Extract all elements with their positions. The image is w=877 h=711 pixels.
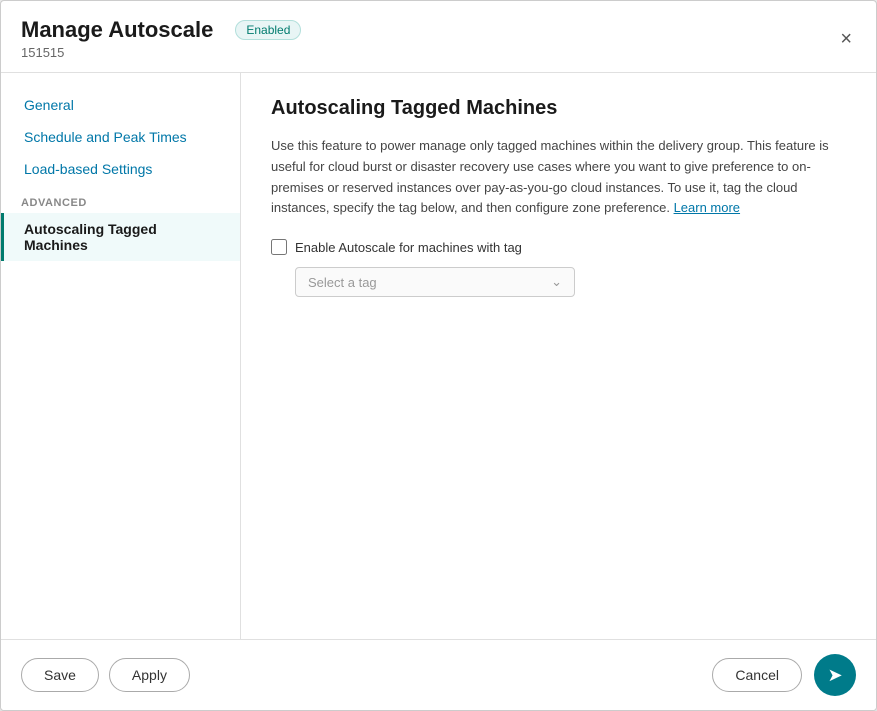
cancel-button[interactable]: Cancel — [712, 658, 802, 692]
save-button[interactable]: Save — [21, 658, 99, 692]
close-button[interactable]: × — [836, 25, 856, 53]
learn-more-link[interactable]: Learn more — [674, 200, 740, 215]
content-title: Autoscaling Tagged Machines — [271, 97, 846, 120]
checkbox-row: Enable Autoscale for machines with tag — [271, 239, 846, 255]
dialog-header: Manage Autoscale Enabled 151515 × — [1, 1, 876, 73]
dialog-body: General Schedule and Peak Times Load-bas… — [1, 73, 876, 639]
apply-button[interactable]: Apply — [109, 658, 190, 692]
sidebar: General Schedule and Peak Times Load-bas… — [1, 73, 241, 639]
sidebar-item-autoscaling-tagged[interactable]: Autoscaling Tagged Machines — [1, 213, 240, 261]
description-text: Use this feature to power manage only ta… — [271, 136, 846, 219]
tag-select-placeholder: Select a tag — [308, 275, 551, 290]
sidebar-item-schedule[interactable]: Schedule and Peak Times — [1, 121, 240, 153]
sidebar-section-advanced: ADVANCED — [1, 185, 240, 213]
sidebar-item-load[interactable]: Load-based Settings — [1, 153, 240, 185]
footer-right-buttons: Cancel ➤ — [712, 654, 856, 696]
header-title-row: Manage Autoscale Enabled — [21, 17, 836, 43]
chevron-down-icon: ⌄ — [551, 274, 562, 290]
dialog-title: Manage Autoscale — [21, 17, 213, 43]
fab-icon: ➤ — [827, 665, 842, 686]
status-badge: Enabled — [235, 20, 301, 40]
header-left: Manage Autoscale Enabled 151515 — [21, 17, 836, 60]
main-content: Autoscaling Tagged Machines Use this fea… — [241, 73, 876, 639]
sidebar-item-general[interactable]: General — [1, 89, 240, 121]
tag-select-dropdown[interactable]: Select a tag ⌄ — [295, 267, 575, 297]
fab-button[interactable]: ➤ — [814, 654, 856, 696]
enable-autoscale-checkbox[interactable] — [271, 239, 287, 255]
dialog-footer: Save Apply Cancel ➤ — [1, 639, 876, 710]
manage-autoscale-dialog: Manage Autoscale Enabled 151515 × Genera… — [0, 0, 877, 711]
footer-left-buttons: Save Apply — [21, 658, 190, 692]
checkbox-label[interactable]: Enable Autoscale for machines with tag — [295, 240, 522, 255]
dialog-subtitle: 151515 — [21, 45, 836, 60]
